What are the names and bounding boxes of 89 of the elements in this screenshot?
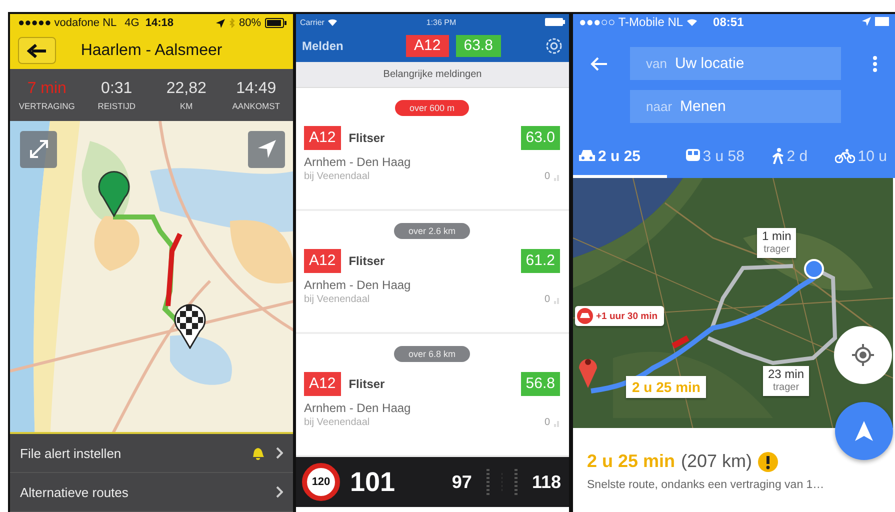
bars-icon [554,172,560,180]
walking-person-icon [772,148,784,164]
wifi-icon [687,18,698,26]
stat-value: 14:49 [236,78,276,99]
clock-time: 08:51 [713,14,744,29]
road-badge: A12 [304,372,341,396]
settings-icon[interactable] [545,37,563,55]
stat-label: REISTIJD [98,100,136,111]
back-icon[interactable] [590,56,608,72]
distance-badge: over 6.8 km [394,346,470,362]
bicycle-icon [834,149,855,164]
road-badge: A12 [406,35,449,57]
train-icon [686,149,700,164]
location-arrow-icon [216,18,225,28]
distance-text: (207 km) [681,451,752,472]
stat-label: VERTRAGING [18,100,75,111]
clock-time: 1:36 PM [426,18,456,26]
chevron-right-icon [276,447,283,459]
road-badge: A12 [304,126,341,150]
bars-icon [554,418,560,426]
vote-count: 0 [544,294,550,305]
stat-value: 0:31 [101,78,132,99]
expand-icon [28,138,50,160]
battery-icon [545,18,565,26]
distance-badge: over 2.6 km [394,223,470,239]
stat-value: 7 min [27,78,66,99]
travel-mode-tab[interactable]: 3 u 58 [680,140,752,178]
location-text: bij Veenendaal [304,171,370,182]
more-icon[interactable] [873,56,877,72]
route-text: Arnhem - Den Haag [304,155,412,169]
stat-label: AANKOMST [232,100,280,111]
road-badge: A12 [304,249,341,273]
bars-icon [554,296,560,304]
delay-text: +1 uur 30 min [596,310,658,322]
speed-limit-sign: 120 [302,463,340,501]
stat-value: 22,82 [166,78,206,99]
speed-badge: 56.8 [520,372,560,396]
alert-type: Flitser [348,131,385,145]
clock-time: 14:18 [145,17,174,30]
locate-button[interactable] [248,130,285,168]
travel-mode-tab[interactable]: 10 u [828,140,895,178]
navigation-arrow-icon [256,138,278,160]
route-description: Snelste route, ondanks een vertraging van 1… [587,479,826,492]
app-title: Melden [302,39,344,53]
route-text: Arnhem - Den Haag [304,278,412,292]
min-speed: 97 [452,472,472,492]
expand-button[interactable] [20,130,57,168]
navigation-arrow-icon [855,421,873,441]
bluetooth-icon [228,18,235,28]
speed-badge: 63.8 [456,35,501,57]
stat-label: KM [180,100,193,111]
section-header: Belangrijke meldingen [296,62,569,88]
chevron-right-icon [276,486,283,498]
location-arrow-icon [862,17,871,26]
bell-icon [250,445,266,461]
battery-icon [875,17,889,26]
time-callout: 23 min trager [763,366,810,396]
battery-icon [265,18,287,28]
time-callout: 2 u 25 min [626,376,706,398]
speed-badge: 63.0 [520,126,560,150]
network-type: 4G [124,17,140,30]
location-text: bij Veenendaal [304,417,370,428]
duration-text: 2 u 25 min [587,451,676,472]
travel-mode-tab[interactable]: 2 d [766,140,816,178]
vote-count: 0 [544,417,550,428]
current-speed: 101 [350,466,396,498]
start-pin-icon [96,170,132,217]
carrier-name: ●●●●● vodafone NL [18,17,117,30]
distance-badge: over 600 m [395,100,469,116]
route-title: Haarlem - Aalsmeer [80,42,224,60]
battery-percent: 80% [238,17,261,30]
alert-type: Flitser [348,377,385,391]
alert-type: Flitser [348,254,385,268]
speed-badge: 61.2 [520,249,560,273]
crosshair-icon [851,343,875,368]
car-icon [579,149,595,164]
route-text: Arnhem - Den Haag [304,401,412,415]
finish-flag-pin-icon [172,302,208,349]
carrier-name: ●●●○○ T-Mobile NL [579,14,684,29]
max-speed: 118 [532,472,561,492]
back-arrow-icon [27,44,47,58]
carrier-name: Carrier [300,18,324,26]
back-button[interactable] [18,37,56,64]
wifi-icon [328,18,338,26]
to-field[interactable]: naar Menen [630,90,841,123]
from-field[interactable]: van Uw locatie [630,46,841,80]
location-text: bij Veenendaal [304,294,370,305]
time-callout: 1 min trager [757,228,796,258]
vote-count: 0 [544,171,550,182]
